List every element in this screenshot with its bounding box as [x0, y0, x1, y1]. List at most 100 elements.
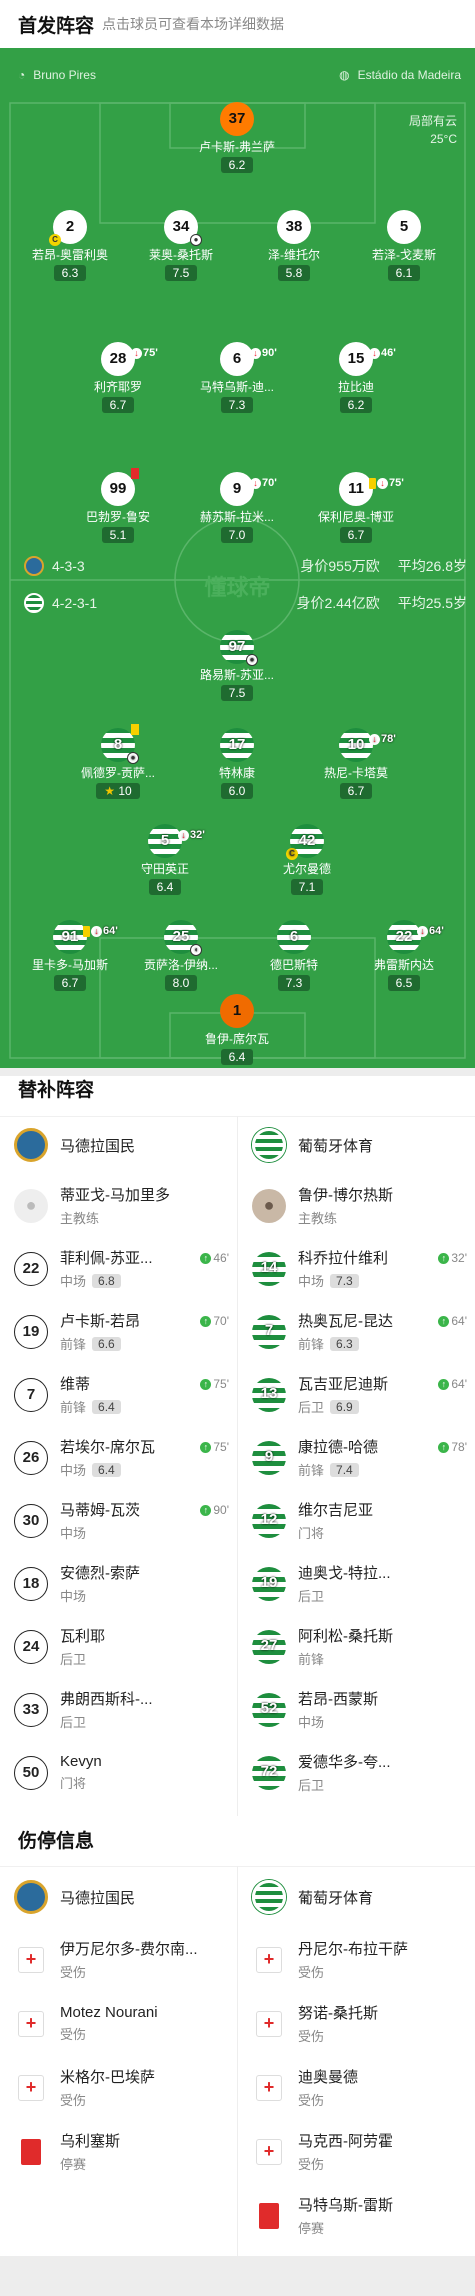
player-home-lb[interactable]: 5 若泽-戈麦斯 6.1	[349, 210, 459, 282]
sub-player-row[interactable]: 22 菲利佩-苏亚... 中场 6.8 ↑ 46'	[0, 1237, 237, 1300]
sub-off-icon: ↓	[377, 477, 388, 489]
sub-on-icon: ↑	[200, 1441, 212, 1453]
sub-player-rating: 6.6	[92, 1336, 121, 1351]
player-away-am2[interactable]: 17 特林康 6.0	[182, 728, 292, 800]
player-home-cm1[interactable]: 28 ↓ 75' 利齐耶罗 6.7	[63, 342, 173, 414]
player-away-dm1[interactable]: 5 ↓ 32' 守田英正 6.4	[110, 824, 220, 896]
player-home-cb1[interactable]: 34 ● 莱奥-桑托斯 7.5	[126, 210, 236, 282]
referee: ◔ Bruno Pires	[18, 68, 96, 82]
injured-player-name: 乌利塞斯	[60, 2133, 121, 2150]
sub-player-row[interactable]: 14 科乔拉什维利 中场 7.3 ↑ 32'	[238, 1237, 475, 1300]
sub-player-row[interactable]: 7 维蒂 前锋 6.4 ↑ 75'	[0, 1363, 237, 1426]
player-name: 若昂-奥雷利奥	[32, 248, 108, 262]
sub-player-row[interactable]: 13 瓦吉亚尼迪斯 后卫 6.9 ↑ 64'	[238, 1363, 475, 1426]
sub-player-row[interactable]: 26 若埃尔-席尔瓦 中场 6.4 ↑ 75'	[0, 1426, 237, 1489]
player-number: 5	[387, 210, 421, 244]
sub-player-position: 后卫	[60, 1652, 87, 1667]
injury-status: 受伤	[298, 2157, 325, 2172]
sub-off: ↓ 75'	[131, 336, 158, 370]
sub-player-row[interactable]: 33 弗朗西斯科-... 后卫	[0, 1678, 237, 1741]
player-name: 贡萨洛-伊纳...	[144, 958, 218, 972]
player-rating: 6.7	[53, 975, 87, 991]
player-away-st[interactable]: 97 ● 路易斯-苏亚... 7.5	[182, 630, 292, 702]
sub-on-event: ↑ 46'	[200, 1251, 229, 1265]
injury-row[interactable]: + 伊万尼尔多-费尔南... 受伤	[0, 1928, 237, 1991]
sub-player-row[interactable]: 12 维尔吉尼亚 门将	[238, 1489, 475, 1552]
sub-player-number: 72	[252, 1755, 286, 1790]
player-home-cb2[interactable]: 38 泽-维托尔 5.8	[239, 210, 349, 282]
player-rating: 5.1	[101, 527, 135, 543]
player-number: 10 ↓ 78'	[339, 728, 396, 762]
player-name: 巴勃罗-鲁安	[86, 510, 150, 524]
player-rating: 6.0	[220, 783, 254, 799]
sub-player-row[interactable]: 19 卢卡斯-若昂 前锋 6.6 ↑ 70'	[0, 1300, 237, 1363]
sub-on-event: ↑ 78'	[438, 1440, 467, 1454]
sub-off-icon: ↓	[250, 477, 261, 489]
injury-row[interactable]: 乌利塞斯 停赛	[0, 2120, 237, 2183]
sub-player-row[interactable]: 18 安德烈-索萨 中场	[0, 1552, 237, 1615]
injury-row[interactable]: + 迪奥曼德 受伤	[238, 2056, 475, 2119]
sub-player-number: 27	[252, 1629, 286, 1664]
sub-player-row[interactable]: 24 瓦利耶 后卫	[0, 1615, 237, 1678]
injury-row[interactable]: 马特乌斯-雷斯 停赛	[238, 2184, 475, 2247]
injury-row[interactable]: + 马克西-阿劳霍 受伤	[238, 2120, 475, 2183]
player-away-cb2[interactable]: 6 德巴斯特 7.3	[239, 920, 349, 992]
player-home-fw2[interactable]: 9 ↓ 70' 赫苏斯-拉米... 7.0	[182, 472, 292, 544]
sub-player-row[interactable]: 52 若昂-西蒙斯 中场	[238, 1678, 475, 1741]
player-away-rb[interactable]: 22 ↓ 64' 弗雷斯内达 6.5	[349, 920, 459, 992]
injury-row[interactable]: + 努诺-桑托斯 受伤	[238, 1992, 475, 2055]
sub-player-number: 9	[252, 1440, 286, 1475]
sub-on-icon: ↑	[200, 1378, 212, 1390]
sub-player-row[interactable]: 50 Kevyn 门将	[0, 1741, 237, 1804]
sub-off: ↓ 32'	[178, 818, 205, 852]
away-coach[interactable]: ● 鲁伊-博尔热斯 主教练	[238, 1174, 475, 1237]
player-rating: 7.0	[220, 527, 254, 543]
red-card-icon	[259, 2202, 279, 2229]
player-away-gk[interactable]: 1 鲁伊-席尔瓦 6.4	[182, 994, 292, 1066]
sub-player-position: 后卫	[298, 1589, 325, 1604]
sub-off: ↓ 64'	[83, 914, 118, 948]
player-home-cm3[interactable]: 15 ↓ 46' 拉比迪 6.2	[301, 342, 411, 414]
player-away-am3[interactable]: 10 ↓ 78' 热尼-卡塔莫 6.7	[301, 728, 411, 800]
player-name: 路易斯-苏亚...	[200, 668, 274, 682]
sub-player-number: 33	[14, 1692, 48, 1727]
sub-player-row[interactable]: 72 爱德华多-夸... 后卫	[238, 1741, 475, 1804]
player-away-cb1[interactable]: 25 ◖ 贡萨洛-伊纳... 8.0	[126, 920, 236, 992]
yellow-card-icon	[369, 477, 376, 489]
injured-player-name: 丹尼尔-布拉干萨	[298, 1941, 408, 1958]
player-home-cm2[interactable]: 6 ↓ 90' 马特乌斯-迪... 7.3	[182, 342, 292, 414]
player-rating: 6.7	[339, 783, 373, 799]
player-home-rb[interactable]: 2C 若昂-奥雷利奥 6.3	[15, 210, 125, 282]
sub-player-row[interactable]: 19 迪奥戈-特拉... 后卫	[238, 1552, 475, 1615]
injury-row[interactable]: + Motez Nourani 受伤	[0, 1992, 237, 2055]
away-team-name: 葡萄牙体育	[298, 1137, 374, 1155]
sub-player-rating: 7.4	[330, 1462, 359, 1477]
player-home-fw3[interactable]: 11 ↓ 75' 保利尼奥-博亚 6.7	[301, 472, 411, 544]
sub-player-position: 前锋	[60, 1400, 87, 1415]
away-subs-team[interactable]: 葡萄牙体育	[252, 1128, 373, 1162]
injury-row[interactable]: + 米格尔-巴埃萨 受伤	[0, 2056, 237, 2119]
injury-row[interactable]: + 丹尼尔-布拉干萨 受伤	[238, 1928, 475, 1991]
home-coach[interactable]: ● 蒂亚戈-马加里多 主教练	[0, 1174, 237, 1237]
home-subs-team[interactable]: 马德拉国民	[14, 1128, 135, 1162]
player-home-fw1[interactable]: 99 巴勃罗-鲁安 5.1	[63, 468, 173, 544]
injury-home-team[interactable]: 马德拉国民	[14, 1880, 135, 1914]
coach-name: 鲁伊-博尔热斯	[298, 1187, 393, 1204]
sub-player-position: 中场	[60, 1274, 87, 1289]
sub-player-position: 中场	[60, 1589, 87, 1604]
injury-away-team[interactable]: 葡萄牙体育	[252, 1880, 373, 1914]
sub-player-row[interactable]: 7 热奥瓦尼-昆达 前锋 6.3 ↑ 64'	[238, 1300, 475, 1363]
player-away-lb[interactable]: 91 ↓ 64' 里卡多-马加斯 6.7	[15, 920, 125, 992]
player-home-gk[interactable]: 37 卢卡斯-弗兰萨 6.2	[182, 102, 292, 174]
player-rating: 7.5	[164, 265, 198, 281]
player-away-dm2[interactable]: 42 C 尤尔曼德 7.1	[252, 824, 362, 896]
sub-on-icon: ↑	[438, 1441, 450, 1453]
home-formation: 4-3-3	[52, 558, 85, 574]
sub-player-position: 中场	[298, 1274, 325, 1289]
coach-role: 主教练	[298, 1211, 338, 1226]
sub-player-row[interactable]: 27 阿利松-桑托斯 前锋	[238, 1615, 475, 1678]
sub-player-row[interactable]: 9 康拉德-哈德 前锋 7.4 ↑ 78'	[238, 1426, 475, 1489]
sub-player-row[interactable]: 30 马蒂姆-瓦茨 中场 ↑ 90'	[0, 1489, 237, 1552]
player-away-am1[interactable]: 8 ● 佩德罗-贡萨... ★ 10	[63, 724, 173, 800]
sub-off: ↓ 90'	[250, 336, 277, 370]
